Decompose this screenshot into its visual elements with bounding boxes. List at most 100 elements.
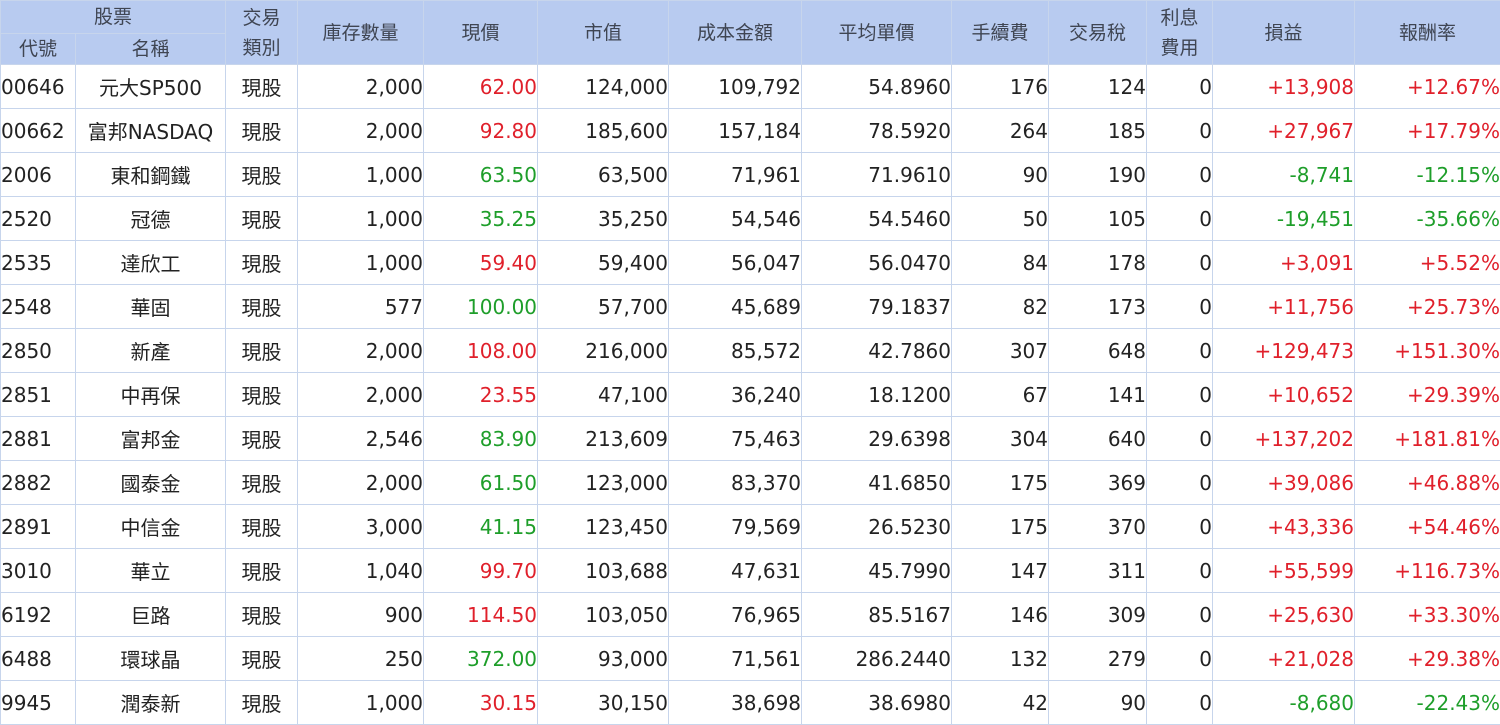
header-fee[interactable]: 手續費 — [952, 1, 1049, 65]
cell-avg-price: 18.1200 — [802, 373, 952, 417]
cell-price: 92.80 — [424, 109, 538, 153]
cell-tax: 141 — [1049, 373, 1147, 417]
table-row[interactable]: 6192巨路現股900114.50103,05076,96585.5167146… — [1, 593, 1500, 637]
table-header: 股票 交易 類別 庫存數量 現價 市值 成本金額 平均單價 手續費 交易稅 利息… — [1, 1, 1500, 65]
cell-return: -12.15% — [1355, 153, 1500, 197]
cell-code: 2535 — [1, 241, 76, 285]
cell-fee: 175 — [952, 461, 1049, 505]
cell-price: 35.25 — [424, 197, 538, 241]
header-group-stock: 股票 — [1, 1, 226, 34]
header-market-value[interactable]: 市值 — [538, 1, 669, 65]
cell-price: 114.50 — [424, 593, 538, 637]
cell-code: 2891 — [1, 505, 76, 549]
header-return[interactable]: 報酬率 — [1355, 1, 1500, 65]
cell-avg-price: 45.7990 — [802, 549, 952, 593]
table-row[interactable]: 3010華立現股1,04099.70103,68847,63145.799014… — [1, 549, 1500, 593]
header-code[interactable]: 代號 — [1, 34, 76, 65]
cell-cost: 56,047 — [669, 241, 802, 285]
cell-tax: 648 — [1049, 329, 1147, 373]
header-interest[interactable]: 利息 費用 — [1147, 1, 1213, 65]
cell-fee: 307 — [952, 329, 1049, 373]
cell-qty: 2,000 — [298, 329, 424, 373]
header-pnl[interactable]: 損益 — [1213, 1, 1355, 65]
cell-cost: 71,961 — [669, 153, 802, 197]
cell-code: 2520 — [1, 197, 76, 241]
cell-code: 6192 — [1, 593, 76, 637]
cell-pnl: -8,680 — [1213, 681, 1355, 725]
cell-pnl: +13,908 — [1213, 65, 1355, 109]
cell-cost: 85,572 — [669, 329, 802, 373]
cell-market-value: 103,688 — [538, 549, 669, 593]
header-qty[interactable]: 庫存數量 — [298, 1, 424, 65]
cell-code: 6488 — [1, 637, 76, 681]
table-row[interactable]: 2520冠德現股1,00035.2535,25054,54654.5460501… — [1, 197, 1500, 241]
header-avg-price[interactable]: 平均單價 — [802, 1, 952, 65]
cell-cost: 76,965 — [669, 593, 802, 637]
cell-return: +17.79% — [1355, 109, 1500, 153]
cell-qty: 2,546 — [298, 417, 424, 461]
table-row[interactable]: 2850新產現股2,000108.00216,00085,57242.78603… — [1, 329, 1500, 373]
header-cost[interactable]: 成本金額 — [669, 1, 802, 65]
table-row[interactable]: 2535達欣工現股1,00059.4059,40056,04756.047084… — [1, 241, 1500, 285]
cell-cost: 71,561 — [669, 637, 802, 681]
table-row[interactable]: 2851中再保現股2,00023.5547,10036,24018.120067… — [1, 373, 1500, 417]
cell-name: 達欣工 — [76, 241, 226, 285]
cell-interest: 0 — [1147, 417, 1213, 461]
cell-market-value: 103,050 — [538, 593, 669, 637]
cell-type: 現股 — [226, 109, 298, 153]
cell-market-value: 93,000 — [538, 637, 669, 681]
header-type[interactable]: 交易 類別 — [226, 1, 298, 65]
cell-name: 國泰金 — [76, 461, 226, 505]
cell-tax: 309 — [1049, 593, 1147, 637]
table-row[interactable]: 00662富邦NASDAQ現股2,00092.80185,600157,1847… — [1, 109, 1500, 153]
cell-type: 現股 — [226, 373, 298, 417]
cell-code: 2548 — [1, 285, 76, 329]
cell-name: 華固 — [76, 285, 226, 329]
table-row[interactable]: 9945潤泰新現股1,00030.1530,15038,69838.698042… — [1, 681, 1500, 725]
cell-interest: 0 — [1147, 197, 1213, 241]
table-row[interactable]: 00646元大SP500現股2,00062.00124,000109,79254… — [1, 65, 1500, 109]
cell-price: 61.50 — [424, 461, 538, 505]
cell-fee: 50 — [952, 197, 1049, 241]
cell-interest: 0 — [1147, 153, 1213, 197]
cell-tax: 311 — [1049, 549, 1147, 593]
cell-return: +181.81% — [1355, 417, 1500, 461]
cell-return: +5.52% — [1355, 241, 1500, 285]
header-name[interactable]: 名稱 — [76, 34, 226, 65]
cell-tax: 279 — [1049, 637, 1147, 681]
cell-return: +46.88% — [1355, 461, 1500, 505]
cell-avg-price: 54.8960 — [802, 65, 952, 109]
cell-tax: 124 — [1049, 65, 1147, 109]
table-row[interactable]: 2882國泰金現股2,00061.50123,00083,37041.68501… — [1, 461, 1500, 505]
table-row[interactable]: 2881富邦金現股2,54683.90213,60975,46329.63983… — [1, 417, 1500, 461]
table-row[interactable]: 2006東和鋼鐵現股1,00063.5063,50071,96171.96109… — [1, 153, 1500, 197]
cell-cost: 47,631 — [669, 549, 802, 593]
table-row[interactable]: 2891中信金現股3,00041.15123,45079,56926.52301… — [1, 505, 1500, 549]
cell-code: 2850 — [1, 329, 76, 373]
cell-type: 現股 — [226, 329, 298, 373]
cell-tax: 105 — [1049, 197, 1147, 241]
cell-interest: 0 — [1147, 461, 1213, 505]
cell-price: 41.15 — [424, 505, 538, 549]
header-type-line1: 交易 — [226, 3, 297, 33]
cell-code: 9945 — [1, 681, 76, 725]
cell-interest: 0 — [1147, 285, 1213, 329]
cell-interest: 0 — [1147, 505, 1213, 549]
cell-qty: 2,000 — [298, 65, 424, 109]
cell-avg-price: 71.9610 — [802, 153, 952, 197]
header-tax[interactable]: 交易稅 — [1049, 1, 1147, 65]
cell-qty: 577 — [298, 285, 424, 329]
cell-price: 63.50 — [424, 153, 538, 197]
cell-fee: 175 — [952, 505, 1049, 549]
table-row[interactable]: 2548華固現股577100.0057,70045,68979.18378217… — [1, 285, 1500, 329]
cell-cost: 54,546 — [669, 197, 802, 241]
cell-fee: 176 — [952, 65, 1049, 109]
cell-market-value: 213,609 — [538, 417, 669, 461]
cell-fee: 67 — [952, 373, 1049, 417]
header-price[interactable]: 現價 — [424, 1, 538, 65]
cell-avg-price: 41.6850 — [802, 461, 952, 505]
cell-fee: 147 — [952, 549, 1049, 593]
table-row[interactable]: 6488環球晶現股250372.0093,00071,561286.244013… — [1, 637, 1500, 681]
cell-name: 東和鋼鐵 — [76, 153, 226, 197]
cell-avg-price: 286.2440 — [802, 637, 952, 681]
